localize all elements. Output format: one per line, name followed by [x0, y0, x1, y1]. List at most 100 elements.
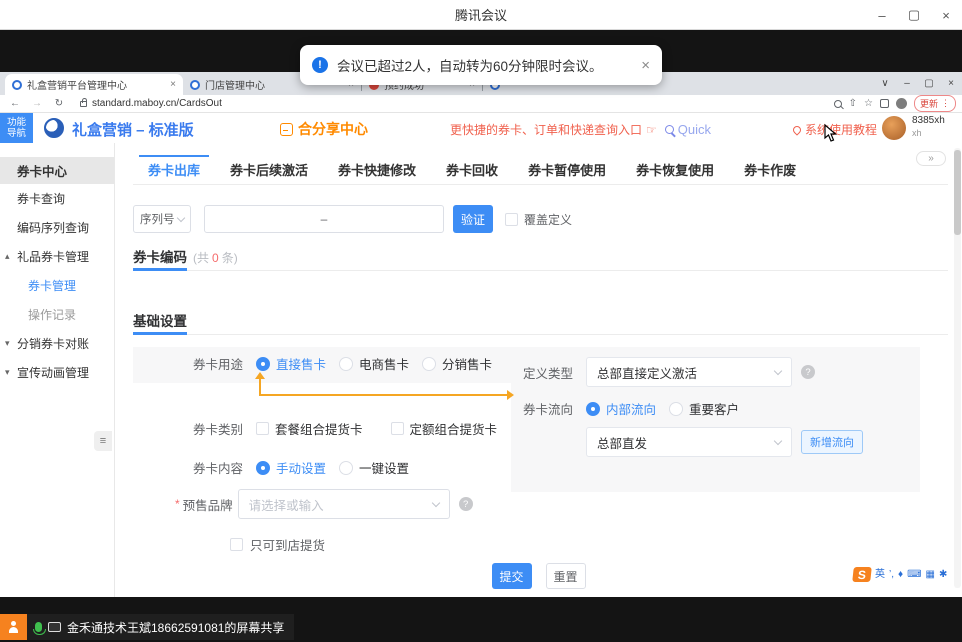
share-center-link[interactable]: 合分享中心	[280, 119, 368, 139]
close-button[interactable]: ×	[930, 0, 962, 30]
profile-avatar-icon[interactable]	[896, 98, 907, 109]
ime-keyboard-icon[interactable]: ⌨	[907, 570, 921, 580]
presale-brand-select[interactable]: 请选择或输入	[238, 489, 450, 519]
usage-option-distribution-sale[interactable]: 分销售卡	[422, 354, 492, 373]
sidebar-item-label: 分销券卡对账	[17, 335, 89, 352]
sogou-logo-icon[interactable]: S	[852, 567, 872, 582]
sidebar-item-code-sequence-query[interactable]: 编码序列查询	[0, 213, 114, 242]
basic-title-underline	[133, 332, 187, 335]
radio-icon[interactable]	[422, 357, 436, 371]
browser-tab-1[interactable]: 礼盒营销平台管理中心 ×	[5, 74, 183, 95]
sidebar-item-operation-log[interactable]: 操作记录	[0, 300, 114, 329]
sidebar-item-distribution-reconcile[interactable]: ▾ 分销券卡对账	[0, 329, 114, 358]
ime-skin-icon[interactable]: ▦	[926, 570, 935, 580]
sidebar-header: 券卡中心	[0, 157, 114, 184]
tab-label: 礼盒营销平台管理中心	[27, 77, 166, 92]
browser-restore-button[interactable]: ▢	[918, 78, 940, 89]
sidebar-item-gift-card-management[interactable]: ▴ 礼品券卡管理	[0, 242, 114, 271]
sidebar-item-animation-management[interactable]: ▾ 宣传动画管理	[0, 358, 114, 387]
browser-minimize-button[interactable]: –	[896, 78, 918, 89]
radio-icon[interactable]	[339, 461, 353, 475]
override-definition-checkbox-row[interactable]: 覆盖定义	[505, 211, 572, 228]
tab-card-followup-activate[interactable]: 券卡后续激活	[215, 155, 323, 184]
quick-entry[interactable]: 更快捷的券卡、订单和快递查询入口 ☞ Quick	[450, 121, 711, 138]
flow-value: 总部直发	[597, 433, 647, 452]
tab-card-recycle[interactable]: 券卡回收	[431, 155, 513, 184]
maximize-button[interactable]: ▢	[898, 0, 930, 30]
flow-select[interactable]: 总部直发	[586, 427, 792, 457]
function-nav-button[interactable]: 功能 导航	[0, 113, 33, 143]
help-icon[interactable]: ?	[459, 497, 473, 511]
reset-button[interactable]: 重置	[546, 563, 586, 589]
category-option-package-combo[interactable]: 套餐组合提货卡	[256, 419, 363, 438]
caret-down-icon: ▾	[5, 367, 10, 378]
forward-icon[interactable]: →	[30, 98, 44, 109]
bookmark-star-icon[interactable]: ☆	[864, 98, 873, 109]
ime-microphone-icon[interactable]: ♦	[898, 570, 903, 580]
user-account[interactable]: 8385xh xh	[882, 115, 945, 140]
meeting-toast: ! 会议已超过2人，自动转为60分钟限时会议。 ×	[300, 45, 662, 85]
sidebar-collapse-handle[interactable]: ≡	[94, 431, 112, 451]
definition-type-row: 定义类型 总部直接定义激活 ?	[523, 357, 815, 387]
extensions-icon[interactable]	[880, 99, 889, 108]
url-text[interactable]: standard.maboy.cn/CardsOut	[92, 98, 222, 109]
category-option-fixed-combo[interactable]: 定额组合提货卡	[391, 419, 498, 438]
page-scrollbar-thumb[interactable]	[954, 150, 961, 235]
flow-arrow-horizontal	[259, 394, 509, 396]
ime-language-icon[interactable]: 英	[875, 570, 885, 580]
radio-icon[interactable]	[339, 357, 353, 371]
nav-label-line2: 导航	[7, 128, 26, 139]
tab-close-icon[interactable]: ×	[170, 79, 176, 90]
ime-punctuation-icon[interactable]: ’,	[889, 570, 894, 580]
tab-card-quick-modify[interactable]: 券卡快捷修改	[323, 155, 431, 184]
content-option-manual[interactable]: 手动设置	[256, 458, 326, 477]
radio-checked-icon[interactable]	[256, 357, 270, 371]
update-button[interactable]: 更新 ⋮	[914, 95, 956, 112]
radio-checked-icon[interactable]	[256, 461, 270, 475]
option-label: 电商售卡	[359, 354, 409, 373]
tab-card-restore[interactable]: 券卡恢复使用	[621, 155, 729, 184]
content-option-onekey[interactable]: 一键设置	[339, 458, 409, 477]
checkbox-icon[interactable]	[391, 422, 404, 435]
radio-checked-icon[interactable]	[586, 402, 600, 416]
submit-button[interactable]: 提交	[492, 563, 532, 589]
ime-settings-gear-icon[interactable]: ✱	[939, 570, 947, 580]
serial-range-input[interactable]: –	[204, 205, 444, 233]
tab-card-void[interactable]: 券卡作废	[729, 155, 811, 184]
serial-search-row: 序列号 – 验证 覆盖定义	[133, 205, 572, 233]
tab-card-outbound[interactable]: 券卡出库	[133, 155, 215, 184]
usage-option-ecommerce-sale[interactable]: 电商售卡	[339, 354, 409, 373]
add-flow-button[interactable]: 新增流向	[801, 430, 863, 454]
flow-option-internal[interactable]: 内部流向	[586, 399, 656, 418]
zoom-icon[interactable]	[834, 100, 842, 108]
definition-type-select[interactable]: 总部直接定义激活	[586, 357, 792, 387]
tab-search-icon[interactable]: ∨	[874, 78, 896, 89]
toast-text: 会议已超过2人，自动转为60分钟限时会议。	[337, 55, 603, 75]
radio-icon[interactable]	[669, 402, 683, 416]
back-icon[interactable]: ←	[8, 98, 22, 109]
store-only-row[interactable]: 只可到店提货	[230, 535, 325, 554]
serial-field-select[interactable]: 序列号	[133, 205, 191, 233]
refresh-icon[interactable]: ↻	[52, 98, 66, 109]
collapse-panel-button[interactable]: »	[916, 151, 946, 166]
verify-button[interactable]: 验证	[453, 205, 493, 233]
sidebar-item-card-management[interactable]: 券卡管理	[0, 271, 114, 300]
meeting-window-controls: – ▢ ×	[866, 0, 962, 30]
checkbox-icon[interactable]	[230, 538, 243, 551]
browser-close-button[interactable]: ×	[940, 78, 962, 89]
tab-card-suspend[interactable]: 券卡暂停使用	[513, 155, 621, 184]
brand-label: 预售品牌	[183, 495, 233, 514]
tutorial-link[interactable]: 系统使用教程	[793, 121, 877, 138]
checkbox-icon[interactable]	[256, 422, 269, 435]
sogou-ime-toolbar[interactable]: S 英 ’, ♦ ⌨ ▦ ✱	[853, 567, 947, 582]
sidebar-item-card-query[interactable]: 券卡查询	[0, 184, 114, 213]
minimize-button[interactable]: –	[866, 0, 898, 30]
help-icon[interactable]: ?	[801, 365, 815, 379]
card-content-row: 券卡内容 手动设置 一键设置	[188, 458, 409, 477]
flow-option-important-customer[interactable]: 重要客户	[669, 399, 739, 418]
share-icon[interactable]: ⇧	[849, 98, 857, 109]
serial-field-value: 序列号	[140, 211, 175, 227]
usage-option-direct-sale[interactable]: 直接售卡	[256, 354, 326, 373]
override-checkbox[interactable]	[505, 213, 518, 226]
toast-close-icon[interactable]: ×	[641, 57, 650, 74]
